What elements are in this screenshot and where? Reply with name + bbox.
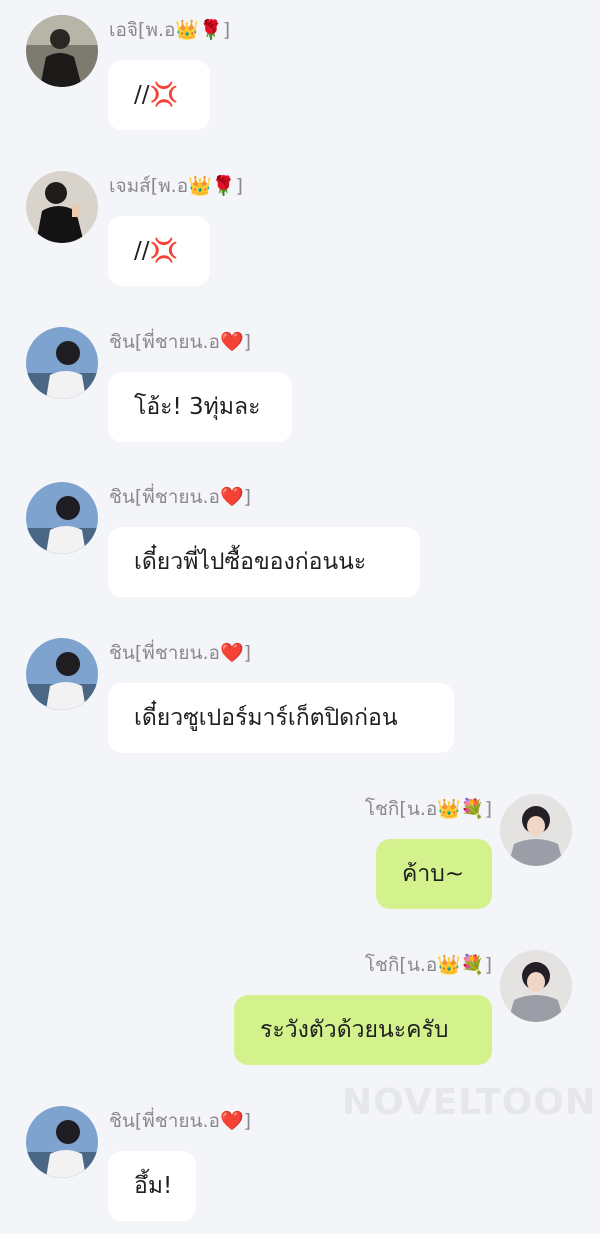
avatar-shogi[interactable]	[500, 950, 572, 1022]
chat-message: ชิน[พี่ชายน.อ❤️] โอ้ะ! 3ทุ่มละ	[0, 327, 600, 467]
sender-name: ชิน[พี่ชายน.อ❤️]	[109, 331, 252, 353]
message-bubble[interactable]: //💢	[108, 60, 210, 130]
avatar-shin[interactable]	[26, 327, 98, 399]
chat-message: ชิน[พี่ชายน.อ❤️] เดี๋ยวซูเปอร์มาร์เก็ตปิ…	[0, 638, 600, 778]
person-photo-icon	[26, 15, 98, 87]
avatar-shin[interactable]	[26, 482, 98, 554]
message-bubble[interactable]: อึ้ม!	[108, 1151, 196, 1221]
avatar-shogi[interactable]	[500, 794, 572, 866]
sender-name: ชิน[พี่ชายน.อ❤️]	[109, 1110, 252, 1132]
chat-message: โชกิ[น.อ👑💐] ระวังตัวด้วยนะครับ	[0, 950, 600, 1090]
message-bubble[interactable]: โอ้ะ! 3ทุ่มละ	[108, 372, 292, 442]
chat-message: เอจิ[พ.อ👑🌹] //💢	[0, 15, 600, 155]
chat-message: เจมส์[พ.อ👑🌹] //💢	[0, 171, 600, 311]
sender-name: เจมส์[พ.อ👑🌹]	[109, 175, 243, 197]
sender-name: เอจิ[พ.อ👑🌹]	[109, 19, 231, 41]
avatar-shin[interactable]	[26, 1106, 98, 1178]
message-bubble[interactable]: ค้าบ~	[376, 839, 492, 909]
chat-message: ชิน[พี่ชายน.อ❤️] เดี๋ยวพี่ไปซื้อของก่อนน…	[0, 482, 600, 622]
message-bubble[interactable]: //💢	[108, 216, 210, 286]
message-bubble[interactable]: ระวังตัวด้วยนะครับ	[234, 995, 492, 1065]
person-photo-icon	[26, 171, 98, 243]
message-bubble[interactable]: เดี๋ยวซูเปอร์มาร์เก็ตปิดก่อน	[108, 683, 454, 753]
sender-name: โชกิ[น.อ👑💐]	[364, 954, 492, 976]
person-photo-icon	[26, 327, 98, 399]
person-photo-icon	[500, 794, 572, 866]
person-photo-icon	[26, 1106, 98, 1178]
sender-name: ชิน[พี่ชายน.อ❤️]	[109, 642, 252, 664]
person-photo-icon	[26, 482, 98, 554]
chat-message: ชิน[พี่ชายน.อ❤️] อึ้ม!	[0, 1106, 600, 1234]
sender-name: ชิน[พี่ชายน.อ❤️]	[109, 486, 252, 508]
chat-message: โชกิ[น.อ👑💐] ค้าบ~	[0, 794, 600, 934]
avatar-james[interactable]	[26, 171, 98, 243]
sender-name: โชกิ[น.อ👑💐]	[364, 798, 492, 820]
avatar-shin[interactable]	[26, 638, 98, 710]
person-photo-icon	[500, 950, 572, 1022]
person-photo-icon	[26, 638, 98, 710]
avatar-eji[interactable]	[26, 15, 98, 87]
message-bubble[interactable]: เดี๋ยวพี่ไปซื้อของก่อนนะ	[108, 527, 420, 597]
